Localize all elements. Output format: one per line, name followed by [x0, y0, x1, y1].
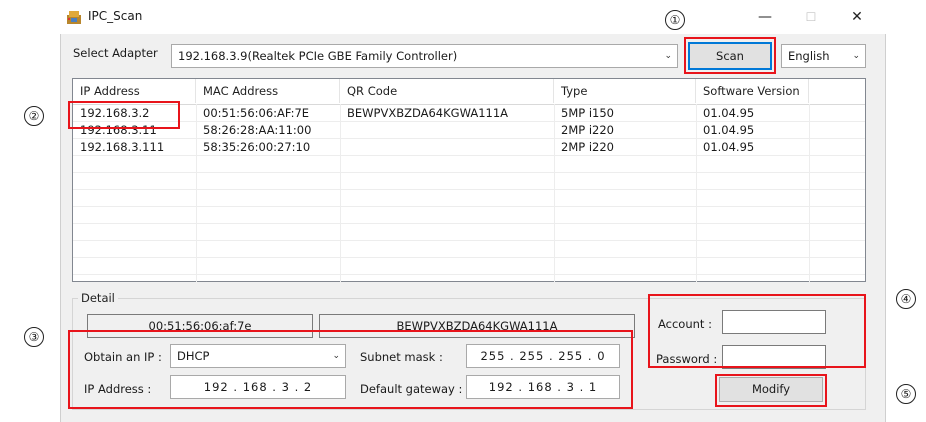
cell-software-version: 01.04.95: [703, 106, 755, 120]
app-icon: [66, 9, 82, 25]
row-divider: [73, 223, 865, 224]
annotation-1: ①: [665, 10, 685, 30]
row-divider: [73, 257, 865, 258]
select-adapter-label: Select Adapter: [73, 46, 158, 60]
cell-software-version: 01.04.95: [703, 123, 755, 137]
row-divider: [73, 206, 865, 207]
adapter-select-value: 192.168.3.9(Realtek PCIe GBE Family Cont…: [178, 49, 458, 63]
cell-mac-address: 00:51:56:06:AF:7E: [203, 106, 310, 120]
column-header-type[interactable]: Type: [554, 79, 696, 103]
row-divider: [73, 189, 865, 190]
minimize-button[interactable]: —: [742, 4, 788, 30]
cell-ip-address: 192.168.3.111: [80, 140, 165, 154]
row-divider: [73, 274, 865, 275]
language-select-value: English: [788, 49, 830, 63]
table-row[interactable]: 192.168.3.2 00:51:56:06:AF:7E BEWPVXBZDA…: [73, 105, 809, 122]
column-header-software-version[interactable]: Software Version: [696, 79, 809, 103]
cell-software-version: 01.04.95: [703, 140, 755, 154]
highlight-ip-address: [68, 101, 180, 129]
language-select[interactable]: English ⌄: [781, 44, 866, 68]
annotation-4: ④: [896, 289, 916, 309]
column-header-mac-address[interactable]: MAC Address: [196, 79, 340, 103]
column-header-ip-address[interactable]: IP Address: [73, 79, 196, 103]
window-title: IPC_Scan: [88, 9, 143, 23]
highlight-network-settings: [68, 330, 633, 409]
cell-qr-code: [340, 122, 347, 139]
cell-type: 2MP i220: [561, 123, 614, 137]
row-divider: [73, 240, 865, 241]
annotation-5: ⑤: [896, 384, 916, 404]
maximize-button: ☐: [805, 10, 817, 24]
adapter-select[interactable]: 192.168.3.9(Realtek PCIe GBE Family Cont…: [171, 44, 678, 68]
table-row[interactable]: 192.168.3.11 58:26:28:AA:11:00 2MP i220 …: [73, 122, 809, 139]
column-header-qr-code[interactable]: QR Code: [340, 79, 554, 103]
chevron-down-icon: ⌄: [664, 51, 672, 61]
highlight-credentials: [648, 294, 866, 368]
cell-type: 5MP i150: [561, 106, 614, 120]
annotation-2: ②: [24, 106, 44, 126]
close-button[interactable]: ✕: [834, 4, 880, 30]
cell-qr-code: BEWPVXBZDA64KGWA111A: [347, 106, 509, 120]
row-divider: [73, 172, 865, 173]
table-row[interactable]: 192.168.3.111 58:35:26:00:27:10 2MP i220…: [73, 139, 809, 156]
cell-qr-code: [340, 139, 347, 156]
cell-mac-address: 58:26:28:AA:11:00: [203, 123, 312, 137]
chevron-down-icon: ⌄: [852, 51, 860, 61]
annotation-3: ③: [24, 327, 44, 347]
column-divider: [809, 104, 810, 282]
cell-type: 2MP i220: [561, 140, 614, 154]
cell-mac-address: 58:35:26:00:27:10: [203, 140, 311, 154]
highlight-modify: [715, 374, 827, 407]
detail-group-title: Detail: [78, 291, 118, 305]
highlight-scan: [684, 37, 776, 74]
